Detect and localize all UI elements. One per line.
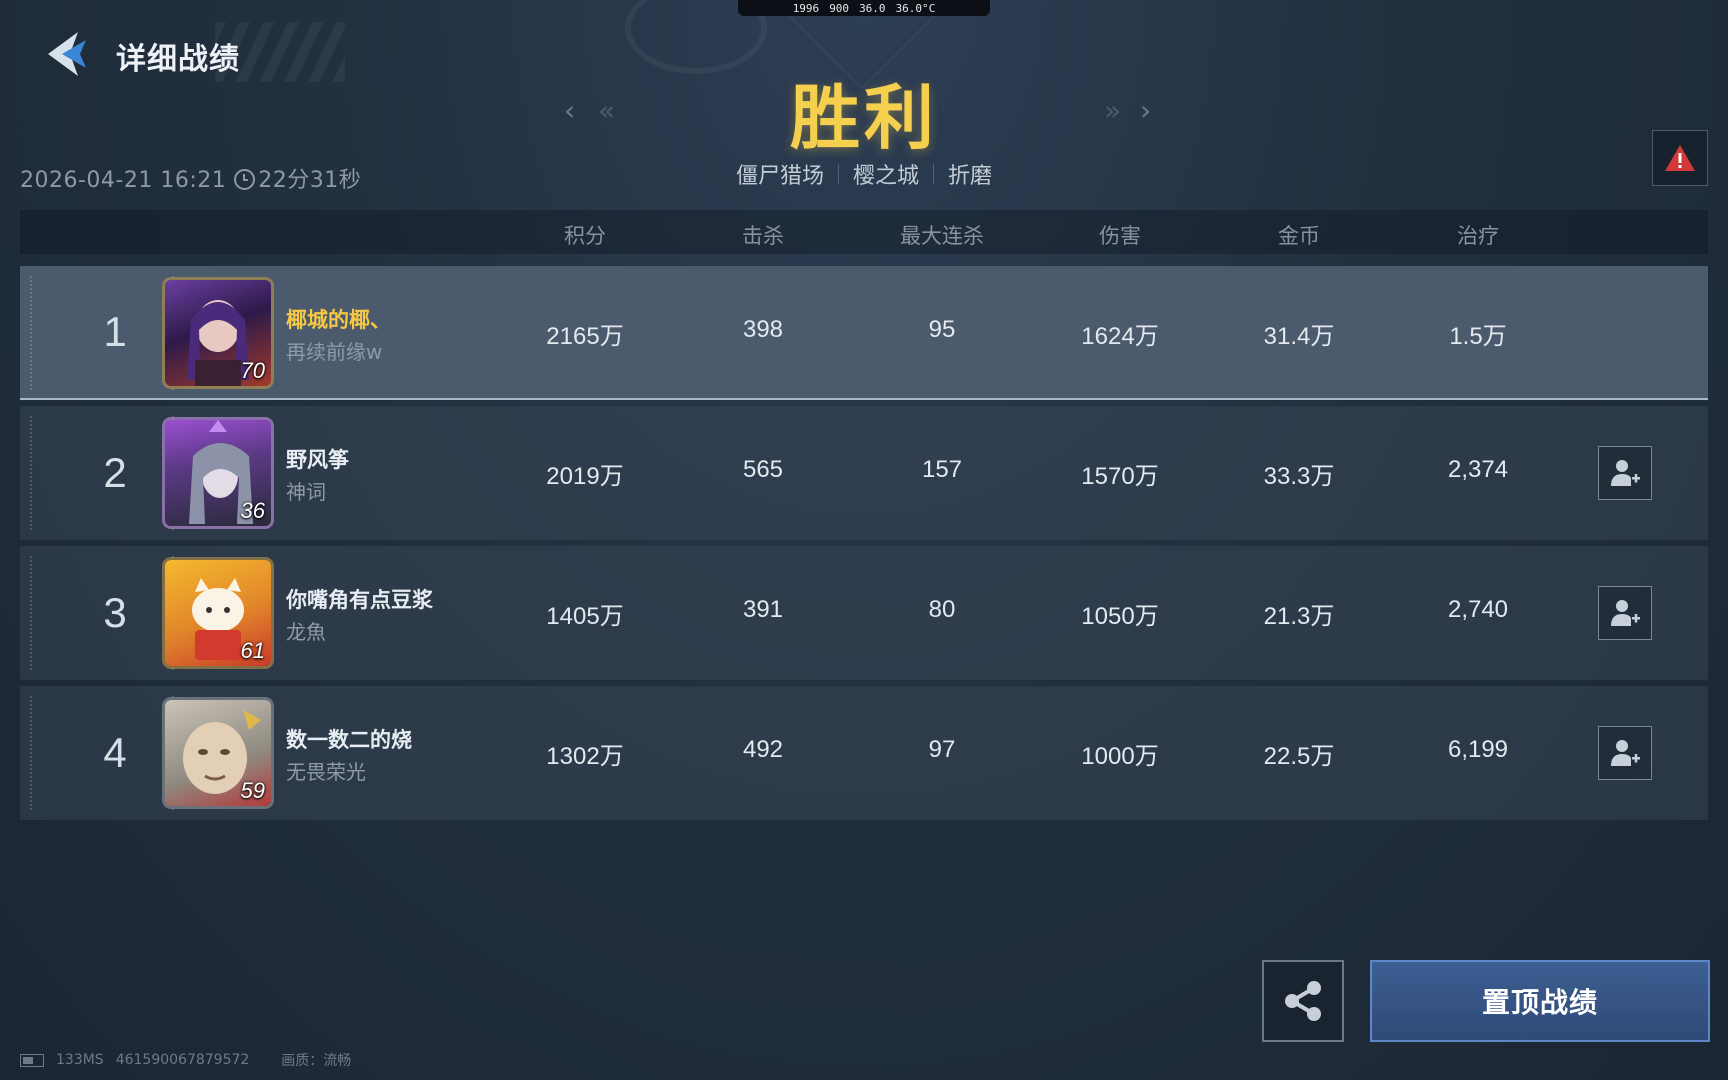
next-match-button[interactable]: ›	[1140, 94, 1151, 127]
score-cell: 2019万	[546, 463, 624, 490]
ping-label: 133MS	[56, 1052, 104, 1068]
divider	[837, 164, 839, 184]
damage-cell: 1624万	[1081, 323, 1159, 350]
player-name: 数一数二的烧	[286, 728, 412, 752]
rank-number: 4	[103, 729, 127, 776]
player-name: 野风筝	[286, 448, 349, 472]
map-name: 樱之城	[852, 164, 919, 189]
warning-icon	[1665, 145, 1695, 171]
add-friend-icon	[1611, 740, 1640, 766]
prev-match-button[interactable]: ‹	[564, 94, 575, 127]
pin-record-button[interactable]: 置顶战绩	[1370, 960, 1710, 1042]
status-battery-temp: 36.0°C	[895, 1, 936, 15]
footer-info: 133MS 461590067879572 画质：流畅	[20, 1050, 351, 1070]
heal-cell: 2,740	[1447, 596, 1509, 623]
rank-number: 3	[103, 589, 127, 636]
heal-cell: 2,374	[1447, 456, 1509, 483]
player-row[interactable]: 4 59 数一数二的烧 无畏荣光 1302万 492 97 1000万 22.5…	[20, 686, 1708, 820]
result-title: 胜利	[790, 77, 938, 159]
rank-number: 1	[103, 308, 127, 355]
damage-cell: 1050万	[1081, 603, 1159, 630]
avatar[interactable]: 36	[165, 420, 271, 526]
kills-cell: 565	[742, 456, 784, 483]
score-cell: 1405万	[546, 603, 624, 630]
player-level: 61	[240, 638, 265, 663]
player-level: 70	[240, 358, 265, 383]
table-header: 积分 击杀 最大连杀 伤害 金币 治疗	[20, 210, 1708, 254]
player-title: 再续前缘w	[286, 340, 383, 364]
divider	[933, 164, 934, 184]
avatar[interactable]: 61	[165, 560, 271, 666]
add-friend-icon	[1611, 600, 1640, 626]
column-header-gold: 金币	[1278, 224, 1320, 248]
player-row[interactable]: 2 36 野风筝 神词 2019万 565 157 1570万 33.3万 2,…	[20, 406, 1708, 540]
difficulty: 折磨	[948, 164, 993, 189]
heal-cell: 1.5万	[1449, 323, 1507, 350]
kills-cell: 391	[742, 596, 784, 623]
column-header-max-streak: 最大连杀	[900, 224, 984, 248]
add-friend-button[interactable]	[1598, 586, 1652, 640]
status-fps: 1996	[792, 1, 820, 15]
system-status-bar: 1996 900 36.0 36.0°C	[738, 0, 990, 16]
max-streak-cell: 97	[928, 736, 956, 763]
column-header-heal: 治疗	[1457, 224, 1499, 248]
share-icon	[1285, 981, 1321, 1021]
match-id: 461590067879572	[115, 1052, 250, 1068]
battery-icon	[20, 1053, 44, 1067]
player-name: 椰城的椰、	[286, 308, 391, 332]
gold-cell: 31.4万	[1263, 323, 1335, 350]
game-mode: 僵尸猎场	[735, 164, 824, 189]
column-header-damage: 伤害	[1099, 224, 1141, 248]
add-friend-button[interactable]	[1598, 726, 1652, 780]
player-name: 你嘴角有点豆浆	[286, 588, 433, 612]
status-cpu: 900	[829, 1, 850, 15]
avatar[interactable]: 59	[165, 700, 271, 806]
score-cell: 1302万	[546, 743, 624, 770]
quality-label: 画质：流畅	[281, 1053, 352, 1069]
damage-cell: 1000万	[1081, 743, 1159, 770]
add-friend-icon	[1611, 460, 1640, 486]
last-match-button[interactable]: »	[1104, 94, 1121, 127]
gold-cell: 22.5万	[1263, 743, 1335, 770]
player-title: 神词	[286, 480, 326, 504]
player-row[interactable]: 1 70 椰城的椰、 再续前缘w 2165万 398 95 1624万 31.4…	[20, 266, 1708, 400]
status-temp: 36.0	[859, 1, 886, 15]
player-title: 无畏荣光	[286, 760, 366, 784]
heal-cell: 6,199	[1447, 736, 1509, 763]
avatar[interactable]: 70	[165, 280, 271, 386]
player-row[interactable]: 3 61 你嘴角有点豆浆 龙魚 1405万 391 80 1050万 21.3万…	[20, 546, 1708, 680]
first-match-button[interactable]: «	[598, 94, 615, 127]
report-button[interactable]	[1652, 130, 1708, 186]
match-info: 僵尸猎场 樱之城 折磨	[0, 158, 1728, 190]
gold-cell: 21.3万	[1263, 603, 1335, 630]
share-button[interactable]	[1262, 960, 1344, 1042]
max-streak-cell: 80	[928, 596, 956, 623]
column-header-score: 积分	[564, 224, 606, 248]
kills-cell: 492	[742, 736, 784, 763]
column-header-kills: 击杀	[742, 224, 784, 248]
max-streak-cell: 95	[928, 316, 956, 343]
gold-cell: 33.3万	[1263, 463, 1335, 490]
score-cell: 2165万	[546, 323, 624, 350]
player-level: 59	[240, 778, 265, 803]
player-title: 龙魚	[286, 620, 326, 644]
add-friend-button[interactable]	[1598, 446, 1652, 500]
player-level: 36	[240, 498, 265, 523]
kills-cell: 398	[742, 316, 784, 343]
rank-number: 2	[103, 449, 127, 496]
damage-cell: 1570万	[1081, 463, 1159, 490]
max-streak-cell: 157	[921, 456, 963, 483]
